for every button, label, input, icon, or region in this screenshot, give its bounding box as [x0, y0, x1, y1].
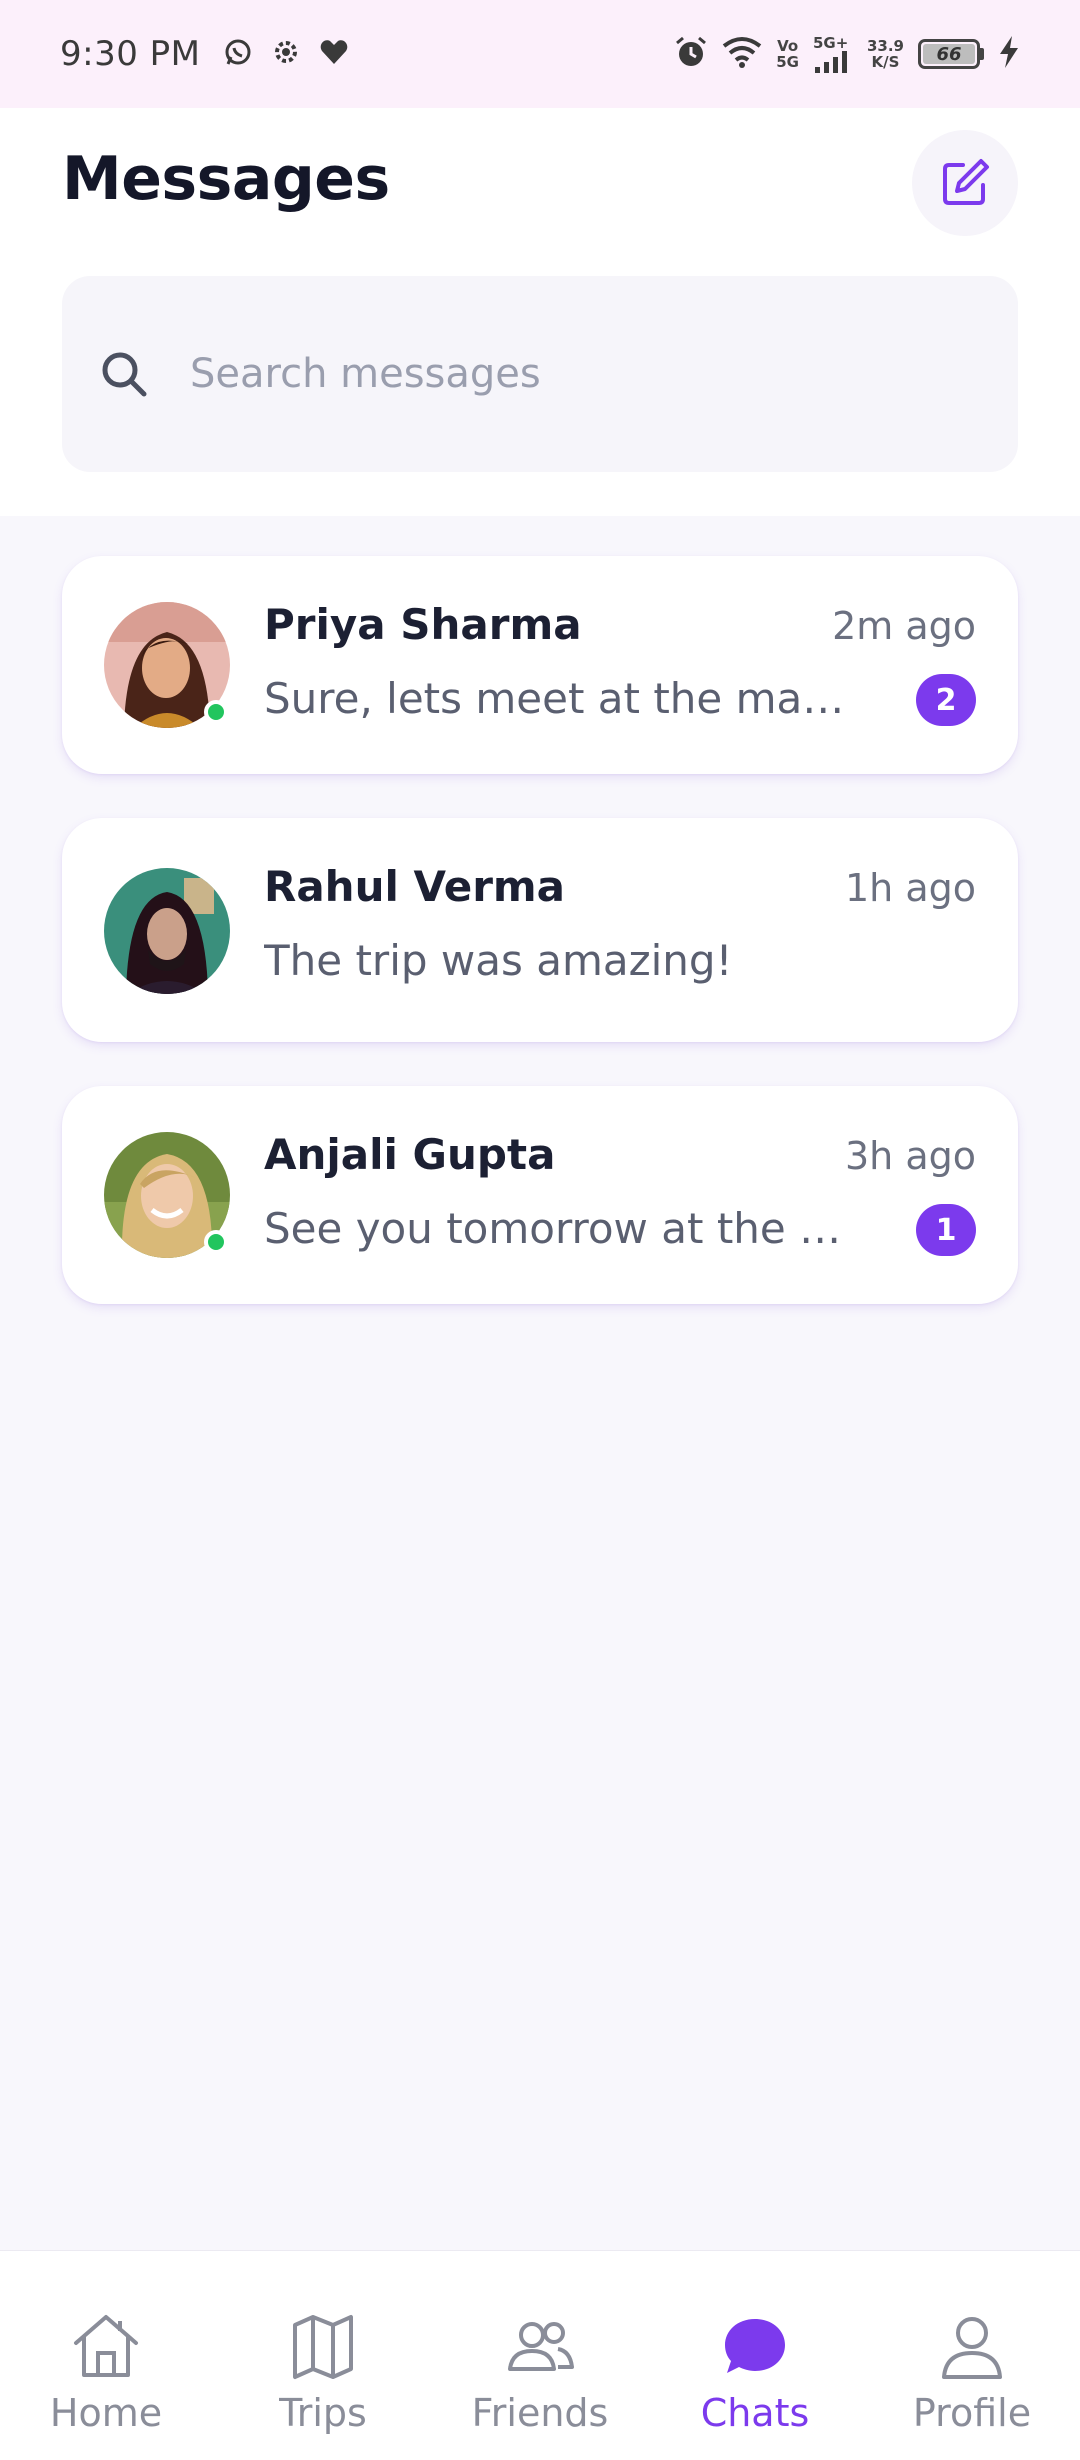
alarm-icon — [674, 35, 708, 73]
chat-item-rahul-verma[interactable]: Rahul Verma 1h ago The trip was amazing! — [62, 818, 1018, 1042]
nav-chats[interactable]: Chats — [655, 2311, 855, 2435]
signal-icon — [814, 51, 847, 73]
charging-icon — [998, 36, 1020, 72]
network-speed: 33.9 K/S — [866, 37, 904, 71]
search-bar[interactable] — [62, 276, 1018, 472]
message-time: 2m ago — [832, 604, 976, 648]
message-preview: The trip was amazing! — [264, 936, 733, 985]
users-icon — [508, 2322, 574, 2371]
avatar — [104, 602, 230, 728]
page-title: Messages — [62, 144, 390, 214]
search-input[interactable] — [190, 351, 950, 397]
header: Messages — [0, 108, 1080, 516]
nav-profile[interactable]: Profile — [872, 2311, 1072, 2435]
nav-label: Friends — [471, 2391, 609, 2435]
nav-label: Chats — [700, 2391, 810, 2435]
chat-item-anjali-gupta[interactable]: Anjali Gupta 3h ago See you tomorrow at … — [62, 1086, 1018, 1304]
nav-trips[interactable]: Trips — [223, 2311, 423, 2435]
heart-icon — [319, 38, 349, 70]
contact-name: Rahul Verma — [264, 862, 566, 911]
message-time: 1h ago — [845, 866, 976, 910]
bottom-navigation: Home Trips Friends Chats Profile — [0, 2250, 1080, 2460]
edit-square-icon — [943, 159, 989, 205]
compose-button[interactable] — [912, 130, 1018, 236]
chat-item-priya-sharma[interactable]: Priya Sharma 2m ago Sure, lets meet at t… — [62, 556, 1018, 774]
battery-icon: 66 — [918, 39, 984, 69]
battery-level: 66 — [923, 44, 975, 65]
nav-home[interactable]: Home — [6, 2311, 206, 2435]
unread-badge: 1 — [916, 1204, 976, 1256]
nav-friends[interactable]: Friends — [440, 2311, 640, 2435]
chat-bubble-icon — [725, 2319, 785, 2373]
avatar — [104, 868, 230, 994]
contact-name: Priya Sharma — [264, 600, 582, 649]
unread-badge: 2 — [916, 674, 976, 726]
signal-indicator: 5G+ — [813, 35, 853, 73]
map-icon — [293, 2315, 353, 2379]
nav-label: Profile — [912, 2391, 1032, 2435]
nav-label: Trips — [279, 2391, 367, 2435]
status-time: 9:30 PM — [60, 34, 201, 74]
online-status-indicator — [204, 700, 228, 724]
contact-name: Anjali Gupta — [264, 1130, 556, 1179]
user-icon — [942, 2317, 1002, 2379]
online-status-indicator — [204, 1230, 228, 1254]
home-icon — [74, 2315, 138, 2377]
message-preview: Sure, lets meet at the mall e... — [264, 674, 854, 723]
search-icon — [102, 352, 147, 397]
status-bar: 9:30 PM Vo 5G 5G+ 33.9 K/S 66 — [0, 0, 1080, 108]
whatsapp-icon — [223, 37, 253, 71]
wifi-icon — [722, 36, 762, 72]
avatar — [104, 1132, 230, 1258]
volte-indicator: Vo 5G — [776, 37, 799, 71]
settings-icon — [271, 37, 301, 71]
message-preview: See you tomorrow at the ev... — [264, 1204, 854, 1253]
message-time: 3h ago — [845, 1134, 976, 1178]
nav-label: Home — [49, 2391, 163, 2435]
